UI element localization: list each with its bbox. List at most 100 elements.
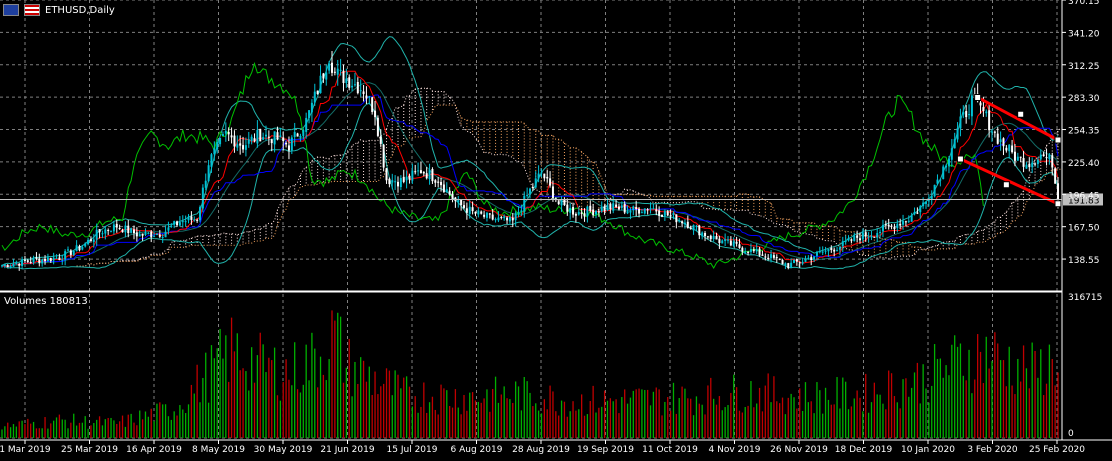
y-tick-label: 370.15	[1068, 0, 1100, 7]
candle-body	[626, 211, 629, 214]
candle-body	[92, 239, 95, 242]
candle-body	[563, 199, 566, 206]
candle-body	[546, 176, 549, 179]
x-tick-label: 18 Dec 2019	[835, 445, 893, 455]
candle-body	[273, 131, 276, 145]
candle-body	[925, 201, 927, 204]
candle-body	[741, 247, 744, 252]
candle-body	[491, 214, 494, 220]
candle-body	[468, 206, 471, 214]
candle-body	[147, 232, 150, 234]
candle-body	[569, 207, 572, 213]
y-tick-label: 138.55	[1068, 256, 1100, 266]
candle-body	[790, 262, 793, 268]
candle-body	[1045, 157, 1048, 159]
candle-body	[953, 139, 956, 149]
candle-body	[1013, 151, 1016, 161]
candle-body	[632, 206, 635, 210]
candle-body	[1011, 145, 1014, 153]
candle-body	[824, 250, 827, 252]
candle-body	[55, 257, 58, 259]
candle-body	[41, 259, 44, 264]
candle-body	[95, 229, 98, 240]
candle-body	[230, 135, 233, 138]
candle-body	[61, 259, 64, 261]
candle-body	[110, 231, 113, 233]
candle-body	[718, 238, 721, 244]
candle-body	[577, 212, 580, 215]
candle	[201, 184, 204, 213]
candle-body	[382, 144, 385, 168]
candle-body	[572, 207, 575, 215]
candle-body	[612, 203, 615, 211]
candle-body	[224, 130, 227, 134]
candle-body	[1025, 164, 1028, 169]
candle-body	[508, 216, 511, 222]
candle-body	[678, 220, 681, 222]
candle-body	[620, 205, 623, 208]
candle-body	[351, 85, 354, 88]
candle-body	[434, 180, 437, 183]
candle-body	[227, 131, 230, 135]
x-tick-label: 21 Jun 2019	[320, 445, 374, 455]
candle-body	[127, 225, 130, 233]
candle-body	[887, 224, 890, 227]
candle-body	[655, 209, 658, 212]
price-chart[interactable]: 191.83370.15341.20312.25283.30254.35225.…	[0, 0, 1112, 457]
candle-body	[583, 213, 586, 217]
candle-body	[64, 251, 67, 260]
candle-body	[560, 200, 563, 206]
candle-body	[1005, 147, 1008, 151]
candle-body	[881, 225, 884, 232]
candle-body	[669, 215, 672, 217]
candle-body	[425, 173, 428, 179]
candle-body	[933, 184, 936, 197]
candle-body	[770, 254, 773, 259]
chart-area[interactable]: 191.83 370.15 341.20 312.25 283.30 254.35 225.…	[0, 0, 1112, 457]
candle-body	[985, 111, 988, 114]
candle-body	[1016, 156, 1019, 161]
candle-body	[899, 223, 902, 226]
candle-body	[520, 210, 523, 212]
y-tick-label: 312.25	[1068, 62, 1100, 72]
candle-body	[313, 91, 316, 103]
background	[0, 0, 1112, 457]
candle-body	[497, 217, 500, 221]
candle-body	[939, 179, 942, 181]
candle-body	[32, 258, 35, 263]
candle-body	[445, 189, 448, 192]
candle-body	[721, 240, 724, 244]
candle-body	[1054, 168, 1057, 184]
x-tick-label: 28 Aug 2019	[512, 445, 570, 455]
candle-body	[752, 249, 755, 252]
candle-body	[956, 128, 959, 140]
candle-body	[772, 255, 775, 258]
candle-body	[982, 107, 985, 111]
candle	[376, 115, 379, 138]
candle-body	[210, 154, 213, 167]
candle-body	[787, 263, 790, 269]
candle-body	[738, 244, 741, 248]
candle-body	[511, 217, 514, 221]
candle-body	[988, 110, 991, 131]
candle-body	[807, 257, 810, 260]
candle-body	[359, 90, 362, 92]
channel-anchor	[974, 93, 982, 101]
candle-body	[144, 232, 147, 235]
candle-body	[827, 249, 830, 252]
candle-body	[904, 221, 907, 223]
candle-body	[600, 207, 603, 212]
candle-body	[778, 258, 781, 260]
candle-body	[1051, 155, 1054, 168]
candle-body	[173, 221, 176, 225]
candle	[1054, 167, 1057, 184]
candle-body	[256, 129, 259, 144]
candle-body	[379, 136, 382, 144]
x-tick-label: 11 Oct 2019	[642, 445, 698, 455]
candle-body	[244, 145, 247, 150]
candle-body	[296, 133, 299, 137]
candle-body	[764, 256, 767, 258]
candle-body	[385, 168, 388, 181]
candle-body	[399, 178, 402, 188]
candle-body	[683, 222, 686, 225]
